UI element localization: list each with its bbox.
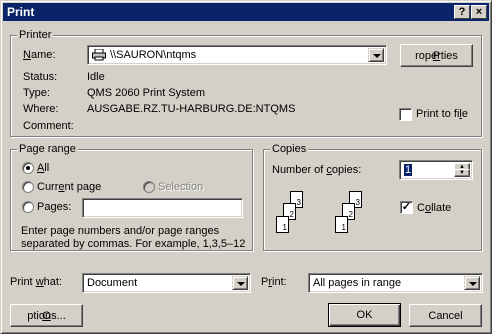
name-label: Name: xyxy=(23,49,56,61)
selection-radio[interactable] xyxy=(143,181,155,193)
print-what-label: Print what: xyxy=(10,276,62,288)
print-what-value: Document xyxy=(87,277,138,289)
printer-name-select[interactable]: \\SAURON\ntqms xyxy=(87,45,387,65)
pages-label[interactable]: Pages: xyxy=(37,201,71,213)
close-button[interactable]: × xyxy=(471,5,487,19)
options-button[interactable]: Options... xyxy=(10,304,83,327)
page-range-group-label: Page range xyxy=(17,143,78,155)
all-pages-radio[interactable] xyxy=(22,162,34,174)
print-label: Print: xyxy=(261,276,287,288)
help-icon: ? xyxy=(458,6,466,18)
title-bar: Print ? × xyxy=(3,3,489,21)
all-pages-label[interactable]: All xyxy=(37,162,49,174)
pages-radio[interactable] xyxy=(22,201,34,213)
printer-icon xyxy=(92,48,106,61)
dropdown-arrow-icon[interactable] xyxy=(464,276,480,290)
page-range-hint-line2: separated by commas. For example, 1,3,5–… xyxy=(21,238,246,250)
type-value: QMS 2060 Print System xyxy=(87,87,205,99)
type-label: Type: xyxy=(23,87,50,99)
print-what-select[interactable]: Document xyxy=(82,273,251,293)
printer-group-label: Printer xyxy=(17,29,54,41)
copies-value: 1 xyxy=(404,164,413,176)
comment-label: Comment: xyxy=(23,120,74,132)
collate-checkbox[interactable]: ✓ xyxy=(400,201,413,214)
cancel-button[interactable]: Cancel xyxy=(409,304,482,327)
status-label: Status: xyxy=(23,71,58,83)
properties-button[interactable]: Properties xyxy=(400,44,473,67)
dropdown-arrow-icon[interactable] xyxy=(232,276,248,290)
where-label: Where: xyxy=(23,103,59,115)
close-icon: × xyxy=(475,6,483,18)
page-icon: 1 xyxy=(276,216,289,233)
spin-down-icon[interactable]: ▼ xyxy=(454,169,470,177)
dropdown-arrow-icon[interactable] xyxy=(368,48,384,62)
dialog-title: Print xyxy=(7,5,35,19)
current-page-radio[interactable] xyxy=(22,181,34,193)
collate-pages-icon: 3 2 1 3 2 1 xyxy=(272,189,382,244)
where-value: AUSGABE.RZ.TU-HARBURG.DE:NTQMS xyxy=(87,103,296,115)
copies-spinner[interactable]: 1 ▲ ▼ xyxy=(399,160,473,180)
ok-button[interactable]: OK xyxy=(328,303,401,327)
print-select[interactable]: All pages in range xyxy=(308,273,483,293)
print-dialog: Print ? × Printer Name: \\SAURON\ntqms P… xyxy=(0,0,492,334)
page-icon: 1 xyxy=(335,216,348,233)
selection-label: Selection xyxy=(158,181,204,193)
current-page-label[interactable]: Current page xyxy=(37,181,101,193)
printer-name-value: \\SAURON\ntqms xyxy=(110,49,197,61)
copies-group-label: Copies xyxy=(270,143,309,155)
print-value: All pages in range xyxy=(313,277,402,289)
print-to-file-checkbox[interactable] xyxy=(399,108,412,121)
pages-input[interactable] xyxy=(82,198,243,218)
page-range-hint-line1: Enter page numbers and/or page ranges xyxy=(21,225,220,237)
print-to-file-label[interactable]: Print to file xyxy=(416,108,468,120)
help-button[interactable]: ? xyxy=(454,5,470,19)
collate-label[interactable]: Collate xyxy=(417,202,451,214)
status-value: Idle xyxy=(87,71,105,83)
number-of-copies-label: Number of copies: xyxy=(272,164,362,176)
